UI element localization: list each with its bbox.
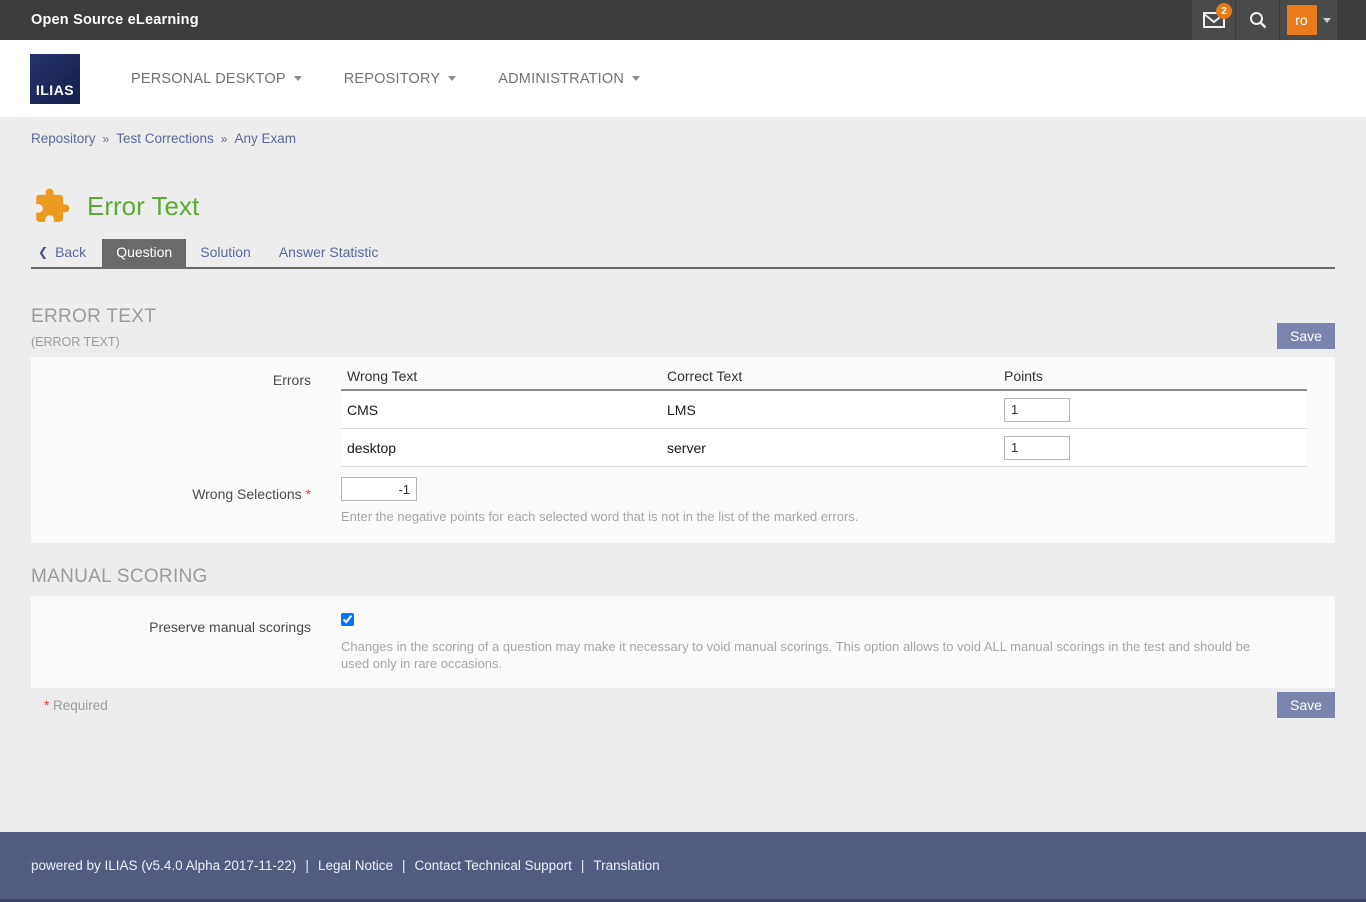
footer-separator: | [305,858,309,873]
app-title: Open Source eLearning [0,12,199,28]
nav-label: REPOSITORY [344,71,441,87]
ilias-logo[interactable]: ILIAS [30,54,80,104]
breadcrumb-test-corrections[interactable]: Test Corrections [116,131,214,146]
back-label: Back [55,244,86,260]
preserve-scorings-row: Preserve manual scorings Changes in the … [31,610,1321,672]
col-wrong-text: Wrong Text [341,368,661,384]
search-button[interactable] [1235,0,1279,40]
nav-label: ADMINISTRATION [498,71,624,87]
footer-link-translation[interactable]: Translation [593,858,659,873]
wrong-text-value: CMS [341,402,661,418]
error-text-form-body: Errors Wrong Text Correct Text Points CM… [31,357,1335,543]
breadcrumb: Repository » Test Corrections » Any Exam [0,117,1366,157]
page-title-row: Error Text [0,157,1366,225]
error-text-form-header: ERROR TEXT (ERROR TEXT) Save [31,306,1335,349]
table-row: CMS LMS [341,391,1307,429]
table-row: desktop server [341,429,1307,467]
label-text: Wrong Selections [192,486,301,502]
errors-label: Errors [31,363,341,467]
main-header: ILIAS PERSONAL DESKTOP REPOSITORY ADMINI… [0,40,1366,117]
wrong-selections-help: Enter the negative points for each selec… [341,508,1266,525]
correct-text-value: LMS [661,402,998,418]
breadcrumb-separator: » [103,132,110,146]
required-label: Required [53,698,108,713]
col-points: Points [998,368,1307,384]
footer-link-legal-notice[interactable]: Legal Notice [318,858,393,873]
chevron-down-icon [294,76,302,81]
nav-label: PERSONAL DESKTOP [131,71,286,87]
col-correct-text: Correct Text [661,368,998,384]
wrong-selections-input[interactable] [341,477,417,501]
chevron-down-icon [632,76,640,81]
nav-repository[interactable]: REPOSITORY [323,61,478,97]
nav-personal-desktop[interactable]: PERSONAL DESKTOP [110,61,323,97]
chevron-down-icon [1323,18,1331,23]
form-subtitle: (ERROR TEXT) [31,335,156,349]
errors-table: Wrong Text Correct Text Points CMS LMS d… [341,363,1307,467]
tab-solution[interactable]: Solution [186,239,265,267]
form-title: ERROR TEXT [31,306,156,328]
wrong-selections-row: Wrong Selections * Enter the negative po… [31,477,1321,525]
breadcrumb-any-exam[interactable]: Any Exam [234,131,296,146]
preserve-scorings-help: Changes in the scoring of a question may… [341,638,1266,672]
manual-scoring-body: Preserve manual scorings Changes in the … [31,596,1335,688]
main-content: Repository » Test Corrections » Any Exam Err… [0,117,1366,832]
points-input-row2[interactable] [1004,436,1070,460]
tab-answer-statistic[interactable]: Answer Statistic [265,239,393,267]
errors-table-header: Wrong Text Correct Text Points [341,363,1307,391]
user-menu-button[interactable]: ro [1279,0,1337,40]
breadcrumb-repository[interactable]: Repository [31,131,96,146]
correct-text-value: server [661,440,998,456]
save-button-top[interactable]: Save [1277,323,1335,349]
tab-bar: ❮ Back Question Solution Answer Statisti… [31,239,1335,269]
manual-scoring-title: MANUAL SCORING [31,566,1335,588]
form-actions-row: * Required Save [31,692,1335,718]
tab-question[interactable]: Question [102,239,186,267]
main-nav: PERSONAL DESKTOP REPOSITORY ADMINISTRATI… [110,61,661,97]
topbar-actions: 2 ro [1191,0,1337,40]
powered-by-text: powered by ILIAS (v5.4.0 Alpha 2017-11-2… [31,858,296,873]
nav-administration[interactable]: ADMINISTRATION [477,61,661,97]
required-asterisk: * [44,698,49,713]
footer-separator: | [402,858,406,873]
breadcrumb-separator: » [221,132,228,146]
puzzle-icon [33,187,71,225]
points-input-row1[interactable] [1004,398,1070,422]
chevron-left-icon: ❮ [38,245,48,259]
footer-separator: | [581,858,585,873]
save-button-bottom[interactable]: Save [1277,692,1335,718]
page-footer: powered by ILIAS (v5.4.0 Alpha 2017-11-2… [0,832,1366,902]
footer-link-contact-support[interactable]: Contact Technical Support [415,858,572,873]
search-icon [1249,11,1267,29]
mail-count-badge: 2 [1216,3,1232,19]
errors-row: Errors Wrong Text Correct Text Points CM… [31,363,1321,467]
user-avatar: ro [1287,5,1317,35]
chevron-down-icon [448,76,456,81]
preserve-scorings-label: Preserve manual scorings [31,610,341,672]
wrong-text-value: desktop [341,440,661,456]
tab-back[interactable]: ❮ Back [31,239,100,267]
required-note: * Required [31,698,108,713]
topbar: Open Source eLearning 2 ro [0,0,1366,40]
wrong-selections-label: Wrong Selections * [31,477,341,525]
page-title: Error Text [87,191,199,222]
required-asterisk: * [306,486,311,502]
preserve-scorings-checkbox[interactable] [341,613,354,626]
mail-button[interactable]: 2 [1191,0,1235,40]
